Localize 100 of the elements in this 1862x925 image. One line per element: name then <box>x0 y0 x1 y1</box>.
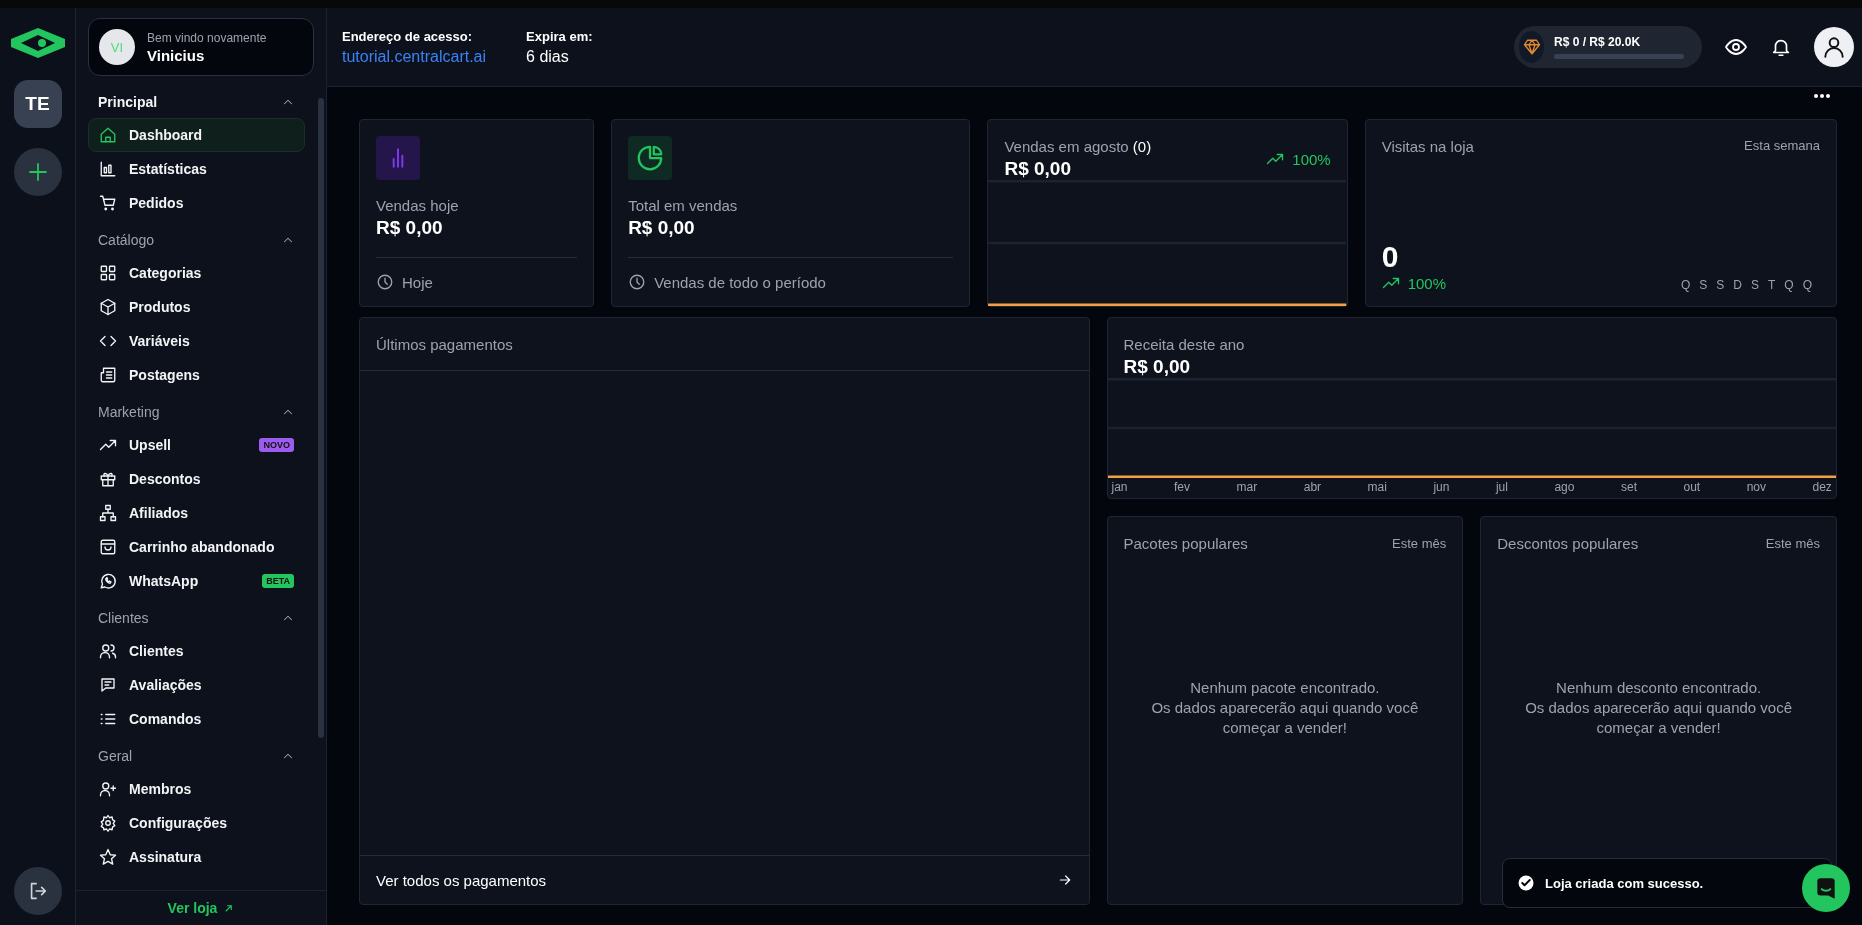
nav-item[interactable]: Postagens <box>88 358 305 392</box>
newspaper-icon <box>99 366 117 384</box>
day-label: Q <box>1680 278 1691 292</box>
account-button[interactable] <box>1814 27 1854 67</box>
nav-item[interactable]: Membros <box>88 772 305 806</box>
view-all-payments-link[interactable]: Ver todos os pagamentos <box>360 855 1089 904</box>
settings-icon <box>99 814 117 832</box>
stat-label: Vendas em agosto (0) <box>1004 138 1152 155</box>
empty-message: Nenhum pacote encontrado. Os dados aparecerão aqui quando você começar a vender! <box>1151 677 1419 739</box>
home-icon <box>99 126 117 144</box>
empty-message: Nenhum desconto encontrado. Os dados aparecerão aqui quando você começar a vender! <box>1525 677 1793 739</box>
period-label[interactable]: Esta semana <box>1744 138 1820 155</box>
nav-item[interactable]: Carrinho abandonado <box>88 530 305 564</box>
user-plus-icon <box>99 780 117 798</box>
nav-item[interactable]: Pedidos <box>88 186 305 220</box>
stat-label: Vendas hoje <box>376 197 460 214</box>
greeting-text: Bem vindo novamente <box>147 30 267 45</box>
plan-text: R$ 0 / R$ 20.0K <box>1554 35 1642 49</box>
add-workspace-button[interactable] <box>13 148 62 196</box>
day-label: S <box>1750 278 1759 292</box>
stat-value: R$ 0,00 <box>1004 158 1072 180</box>
expires-label: Expira em: <box>526 28 593 44</box>
nav-item[interactable]: Produtos <box>88 290 305 324</box>
change-value: 100% <box>1266 138 1331 180</box>
stat-value: R$ 0,00 <box>628 217 696 239</box>
expires-value: 6 dias <box>526 47 570 66</box>
nav-item[interactable]: Categorias <box>88 256 305 290</box>
message-icon <box>99 676 117 694</box>
logout-button[interactable] <box>13 867 62 915</box>
nav-item[interactable]: Clientes <box>88 634 305 668</box>
month-label: ago <box>1554 480 1575 494</box>
month-label: dez <box>1812 480 1832 494</box>
user-card[interactable]: VI Bem vindo novamente Vinicius <box>88 18 314 76</box>
users-icon <box>99 642 117 660</box>
stat-label: Total em vendas <box>628 197 739 214</box>
logo-icon[interactable] <box>8 26 67 60</box>
nav-item[interactable]: Afiliados <box>88 496 305 530</box>
period-label[interactable]: Este mês <box>1765 536 1820 551</box>
clock-icon <box>376 273 394 291</box>
toast-message: Loja criada com sucesso. <box>1545 875 1704 891</box>
plan-progress[interactable]: R$ 0 / R$ 20.0K <box>1514 26 1702 68</box>
whatsapp-icon <box>99 572 117 590</box>
card-title: Últimos pagamentos <box>376 335 513 353</box>
section-title: Principal <box>98 94 158 110</box>
nav-item[interactable]: Comandos <box>88 702 305 736</box>
nav-item[interactable]: Descontos <box>88 462 305 496</box>
grid-icon <box>99 264 117 282</box>
revenue-value: R$ 0,00 <box>1123 356 1192 378</box>
card-title: Receita deste ano <box>1123 336 1246 353</box>
month-label: mai <box>1367 480 1387 494</box>
section-title: Clientes <box>98 610 149 626</box>
stat-value: 0 <box>1381 240 1400 274</box>
day-label: Q <box>1784 278 1794 292</box>
user-icon <box>1821 34 1847 60</box>
month-label: jun <box>1433 480 1450 494</box>
stat-value: R$ 0,00 <box>376 217 444 239</box>
month-label: set <box>1620 480 1637 494</box>
gift-icon <box>99 470 117 488</box>
nav-badge: NOVO <box>259 438 294 452</box>
stat-period: Vendas de todo o período <box>654 273 826 291</box>
month-label: fev <box>1174 480 1191 494</box>
bar-chart-icon <box>99 160 117 178</box>
nav-item[interactable]: Dashboard <box>88 118 305 152</box>
section-title: Marketing <box>98 404 160 420</box>
nav-item[interactable]: Assinatura <box>88 840 305 874</box>
nav-item[interactable]: Upsell NOVO <box>88 428 305 462</box>
period-label[interactable]: Este mês <box>1392 536 1447 551</box>
nav-item[interactable]: WhatsApp BETA <box>88 564 305 598</box>
day-label: D <box>1733 278 1742 292</box>
box-icon <box>99 298 117 316</box>
diamond-icon <box>1522 38 1541 56</box>
store-url-link[interactable]: tutorial.centralcart.ai <box>342 47 487 66</box>
user-name: Vinicius <box>147 46 206 64</box>
section-title: Geral <box>98 748 133 764</box>
cart-icon <box>99 194 117 212</box>
user-avatar: VI <box>99 29 135 65</box>
month-label: jul <box>1495 480 1508 494</box>
sitemap-icon <box>99 504 117 522</box>
month-label: out <box>1683 480 1701 494</box>
day-label: Q <box>1802 278 1812 292</box>
day-label: T <box>1767 278 1776 292</box>
access-label: Endereço de acesso: <box>342 28 474 44</box>
nav-item[interactable]: Variáveis <box>88 324 305 358</box>
chat-button[interactable] <box>1802 864 1850 912</box>
day-label: S <box>1716 278 1725 292</box>
view-store-link[interactable]: Ver loja <box>167 900 235 916</box>
month-label: abr <box>1303 480 1322 494</box>
check-circle-icon <box>1517 874 1535 892</box>
nav-item[interactable]: Configurações <box>88 806 305 840</box>
bag-icon <box>99 538 117 556</box>
star-icon <box>99 848 117 866</box>
section-title: Catálogo <box>98 232 155 248</box>
card-title: Descontos populares <box>1497 535 1639 552</box>
nav-item[interactable]: Estatísticas <box>88 152 305 186</box>
card-title: Pacotes populares <box>1123 535 1248 552</box>
workspace-button[interactable]: TE <box>13 80 62 128</box>
change-value: 100% <box>1381 274 1447 292</box>
nav-item[interactable]: Avaliações <box>88 668 305 702</box>
stat-label: Visitas na loja <box>1381 138 1474 155</box>
month-label: nov <box>1746 480 1766 494</box>
